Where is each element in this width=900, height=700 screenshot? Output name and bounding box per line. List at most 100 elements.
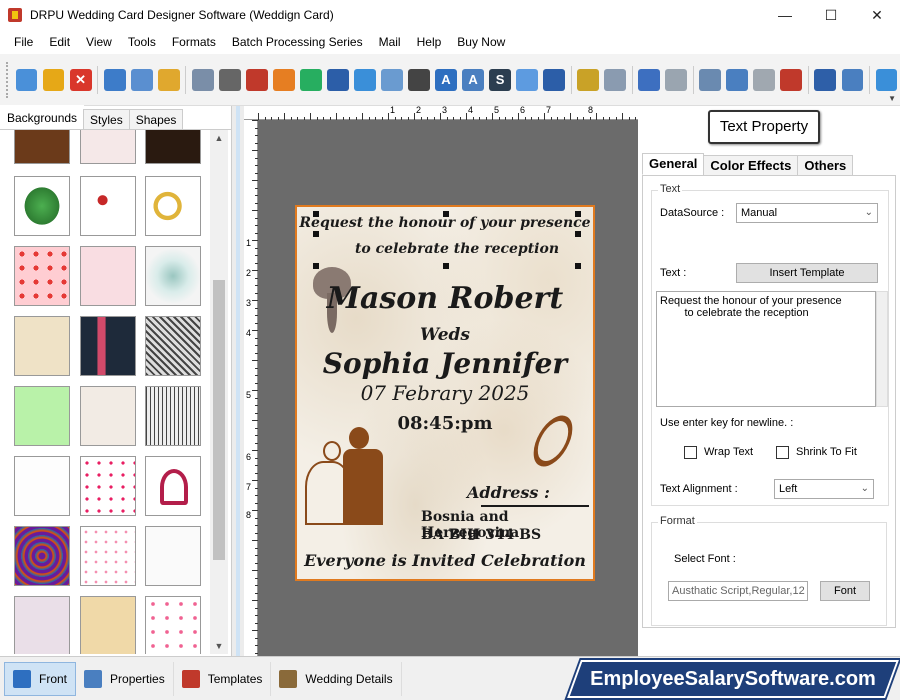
text-content-area[interactable]: Request the honour of your presence to c…	[656, 291, 876, 407]
card-date[interactable]: 07 Febrary 2025	[297, 381, 593, 405]
front-button[interactable]: Front	[4, 661, 77, 696]
background-thumb[interactable]	[80, 130, 136, 164]
print-icon[interactable]	[218, 68, 241, 91]
background-thumb[interactable]	[145, 526, 201, 586]
menu-help[interactable]: Help	[409, 30, 450, 54]
print-batch-icon[interactable]	[245, 68, 268, 91]
save-icon[interactable]	[103, 68, 126, 91]
panel-splitter[interactable]	[232, 106, 244, 656]
barcode-linear-icon[interactable]	[381, 68, 403, 91]
background-thumb[interactable]	[14, 456, 70, 516]
background-thumb[interactable]	[145, 246, 201, 306]
properties-button[interactable]: Properties	[76, 661, 174, 696]
card-footer[interactable]: Everyone is Invited Celebration	[297, 551, 593, 570]
image-icon[interactable]	[299, 68, 322, 91]
pen-icon[interactable]	[326, 68, 349, 91]
card-bride-name[interactable]: Sophia Jennifer	[297, 347, 593, 380]
menu-edit[interactable]: Edit	[41, 30, 78, 54]
maximize-button[interactable]: ☐	[808, 0, 854, 30]
redo-icon[interactable]	[665, 68, 688, 91]
new-icon[interactable]	[15, 68, 38, 91]
background-thumb[interactable]	[80, 526, 136, 586]
card-invite-line1[interactable]: Request the honour of your presence	[297, 215, 593, 231]
datasource-select[interactable]: Manual ⌄	[736, 203, 878, 223]
background-thumb[interactable]	[14, 526, 70, 586]
card-weds[interactable]: Weds	[297, 325, 593, 345]
toolbar-overflow-icon[interactable]: ▼	[888, 94, 896, 103]
background-thumb[interactable]	[80, 456, 136, 516]
scroll-thumb[interactable]	[213, 280, 225, 560]
email-icon[interactable]	[516, 68, 538, 91]
scroll-down-icon[interactable]: ▼	[210, 638, 228, 654]
menu-file[interactable]: File	[6, 30, 41, 54]
barcode-icon[interactable]	[408, 68, 430, 91]
properties-icon[interactable]	[191, 68, 214, 91]
open-icon[interactable]	[42, 68, 65, 91]
background-thumb[interactable]	[80, 176, 136, 236]
couple-illustration-icon[interactable]	[303, 423, 413, 527]
database-icon[interactable]	[577, 68, 600, 91]
gift-icon[interactable]	[272, 68, 295, 91]
background-thumb[interactable]	[14, 386, 70, 446]
background-thumb[interactable]	[14, 596, 70, 654]
tab-general[interactable]: General	[642, 153, 705, 175]
background-thumb[interactable]	[145, 176, 201, 236]
background-thumb[interactable]	[145, 456, 201, 516]
background-thumb[interactable]	[80, 246, 136, 306]
design-canvas[interactable]: 1 2 3 4 5 6 7 8 1 2 3 4 5 6 7 8 Request …	[244, 106, 638, 656]
tab-backgrounds[interactable]: Backgrounds	[0, 105, 85, 129]
background-thumb[interactable]	[80, 386, 136, 446]
picture-icon[interactable]	[353, 68, 376, 91]
wedding-card[interactable]: Request the honour of your presence to c…	[295, 205, 595, 581]
tab-others[interactable]: Others	[797, 155, 854, 175]
paste-icon[interactable]	[753, 68, 776, 91]
background-thumb[interactable]	[14, 130, 70, 164]
background-thumb[interactable]	[80, 596, 136, 654]
menu-buy-now[interactable]: Buy Now	[449, 30, 513, 54]
menu-batch-processing[interactable]: Batch Processing Series	[224, 30, 371, 54]
menu-view[interactable]: View	[78, 30, 120, 54]
templates-button[interactable]: Templates	[174, 661, 272, 696]
cut-icon[interactable]	[699, 68, 722, 91]
word-art-icon[interactable]: A	[462, 68, 484, 91]
signature-icon[interactable]: S	[489, 68, 511, 91]
background-thumb[interactable]	[14, 316, 70, 376]
grid-icon[interactable]	[875, 68, 898, 91]
minimize-button[interactable]: —	[762, 0, 808, 30]
scroll-up-icon[interactable]: ▲	[210, 130, 228, 146]
background-thumb[interactable]	[80, 316, 136, 376]
tab-shapes[interactable]: Shapes	[128, 109, 184, 129]
shrink-to-fit-checkbox[interactable]	[776, 446, 789, 459]
background-thumb[interactable]	[145, 596, 201, 654]
font-input[interactable]: Austhatic Script,Regular,12	[668, 581, 808, 601]
text-icon[interactable]: A	[435, 68, 457, 91]
bring-front-icon[interactable]	[814, 68, 837, 91]
export-icon[interactable]	[157, 68, 180, 91]
tab-styles[interactable]: Styles	[83, 109, 130, 129]
menu-formats[interactable]: Formats	[164, 30, 224, 54]
database-settings-icon[interactable]	[604, 68, 627, 91]
font-button[interactable]: Font	[820, 581, 870, 601]
background-thumb[interactable]	[14, 246, 70, 306]
send-back-icon[interactable]	[841, 68, 864, 91]
tab-color-effects[interactable]: Color Effects	[703, 155, 799, 175]
card-groom-name[interactable]: Mason Robert	[297, 281, 593, 316]
alignment-select[interactable]: Left ⌄	[774, 479, 874, 499]
left-scrollbar[interactable]: ▲ ▼	[210, 130, 228, 654]
save-as-icon[interactable]	[130, 68, 153, 91]
background-thumb[interactable]	[145, 386, 201, 446]
background-thumb[interactable]	[14, 176, 70, 236]
menu-tools[interactable]: Tools	[120, 30, 164, 54]
background-thumb[interactable]	[145, 130, 201, 164]
line-icon[interactable]	[543, 68, 566, 91]
card-invite-line2[interactable]: to celebrate the reception	[297, 241, 593, 257]
wrap-text-checkbox[interactable]	[684, 446, 697, 459]
close-file-icon[interactable]: ✕	[69, 68, 92, 91]
card-address-label[interactable]: Address :	[467, 483, 567, 502]
background-thumb[interactable]	[145, 316, 201, 376]
insert-template-button[interactable]: Insert Template	[736, 263, 878, 283]
undo-icon[interactable]	[638, 68, 661, 91]
close-button[interactable]: ✕	[854, 0, 900, 30]
menu-mail[interactable]: Mail	[371, 30, 409, 54]
textarea-scrollbar[interactable]	[876, 291, 888, 407]
